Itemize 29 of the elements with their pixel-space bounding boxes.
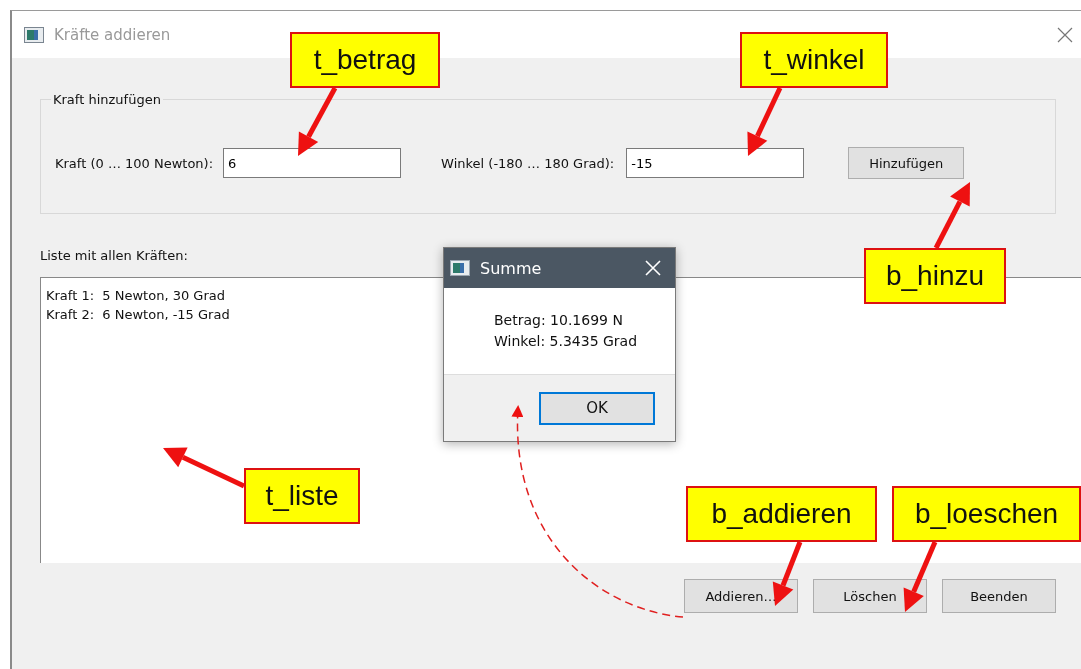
message-text: Betrag: 10.1699 N — [494, 311, 624, 330]
force-label: Kraft (0 … 100 Newton): — [55, 155, 214, 171]
callout-arrow — [903, 541, 938, 612]
list-item: Kraft 1: 5 Newton, 30 Grad — [46, 287, 225, 305]
window-title: Kräfte addieren — [54, 25, 171, 44]
ok-button[interactable]: OK — [539, 391, 655, 425]
list-label: Liste mit allen Kräften: — [40, 248, 189, 263]
callout-label: t_winkel — [740, 32, 888, 88]
force-input[interactable]: 6 — [223, 148, 402, 178]
group-title: Kraft hinzufügen — [52, 92, 162, 107]
callout-label: t_betrag — [290, 32, 440, 88]
callout-label: t_liste — [244, 468, 360, 524]
close-icon[interactable] — [1057, 26, 1073, 43]
angle-input[interactable]: -15 — [626, 148, 805, 178]
add-button[interactable]: Hinzufügen — [848, 147, 965, 179]
list-item: Kraft 2: 6 Newton, -15 Grad — [46, 306, 230, 324]
dialog-button[interactable]: Beenden — [942, 579, 1056, 613]
message-text: Winkel: 5.3435 Grad — [494, 332, 638, 351]
dialog-title: Summe — [480, 258, 542, 278]
callout-arrow — [747, 86, 783, 156]
callout-label: b_hinzu — [864, 248, 1006, 304]
callout-label: b_addieren — [686, 486, 877, 542]
window-icon — [24, 26, 44, 43]
callout-label: b_loeschen — [892, 486, 1081, 542]
window-icon — [450, 260, 470, 276]
dialog-button[interactable]: Löschen — [813, 579, 927, 613]
callout-arrow — [298, 86, 338, 156]
callout-arrow — [933, 182, 970, 250]
angle-label: Winkel (-180 … 180 Grad): — [441, 155, 615, 171]
